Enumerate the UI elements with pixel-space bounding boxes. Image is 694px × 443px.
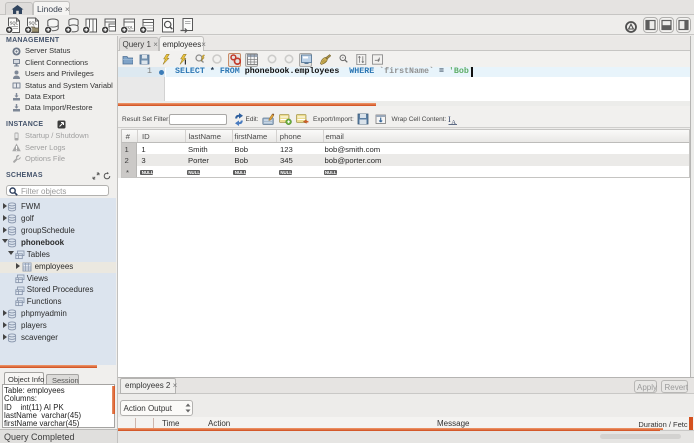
- svg-text:SQL: SQL: [10, 20, 19, 25]
- svg-text:A: A: [451, 118, 456, 124]
- svg-text:SQL: SQL: [29, 20, 38, 25]
